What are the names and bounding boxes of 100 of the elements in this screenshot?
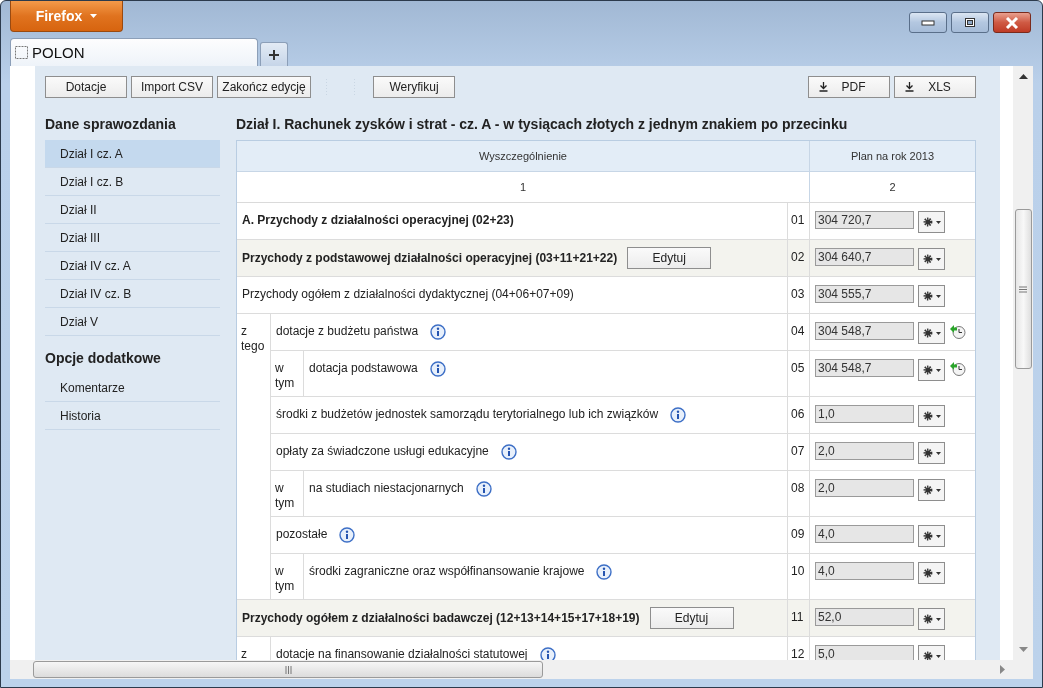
minimize-button[interactable]: [909, 12, 947, 33]
sidebar-item[interactable]: Dział I cz. B: [45, 168, 220, 196]
close-icon: [1005, 16, 1019, 29]
sidebar-item[interactable]: Komentarze: [45, 374, 220, 402]
export-button[interactable]: PDF: [808, 76, 890, 98]
gear-icon: [922, 328, 933, 338]
caret-icon: [935, 534, 941, 538]
row-code: 11: [791, 610, 804, 624]
settings-dropdown-button[interactable]: [918, 608, 945, 630]
row-label: dotacja podstawowa: [309, 361, 418, 376]
scrollbar-thumb[interactable]: [33, 661, 543, 678]
row-label: opłaty za świadczone usługi edukacyjne: [276, 444, 489, 459]
caret-icon: [935, 654, 941, 658]
value-field[interactable]: 2,0: [815, 442, 914, 460]
report-title: Dział I. Rachunek zysków i strat - cz. A - w tysiącach złotych z jednym znakiem po przecinku: [236, 116, 849, 132]
gear-icon: [922, 217, 933, 227]
sidebar-item[interactable]: Dział V: [45, 308, 220, 336]
row-code: 12: [791, 647, 805, 660]
settings-dropdown-button[interactable]: [918, 442, 945, 464]
settings-dropdown-button[interactable]: [918, 359, 945, 381]
settings-dropdown-button[interactable]: [918, 322, 945, 344]
value-field[interactable]: 5,0: [815, 645, 914, 660]
download-icon: [905, 82, 914, 92]
settings-dropdown-button[interactable]: [918, 405, 945, 427]
row-code: 08: [791, 481, 805, 495]
row-code: 03: [791, 287, 805, 301]
row-code: 01: [791, 213, 805, 227]
caret-icon: [935, 617, 941, 621]
export-button[interactable]: XLS: [894, 76, 976, 98]
info-icon[interactable]: [670, 407, 687, 423]
new-tab-button[interactable]: [260, 42, 288, 66]
value-field[interactable]: 4,0: [815, 525, 914, 543]
settings-dropdown-button[interactable]: [918, 248, 945, 270]
plus-icon: [268, 48, 280, 61]
browser-tab[interactable]: POLON: [10, 38, 258, 66]
settings-dropdown-button[interactable]: [918, 479, 945, 501]
settings-dropdown-button[interactable]: [918, 285, 945, 307]
info-icon[interactable]: [539, 647, 556, 660]
scrollbar-thumb[interactable]: [1014, 209, 1032, 369]
value-field[interactable]: 2,0: [815, 479, 914, 497]
sidebar-heading: Opcje dodatkowe: [45, 350, 162, 366]
sidebar-item[interactable]: Dział II: [45, 196, 220, 224]
caret-icon: [935, 257, 941, 261]
row-code: 06: [791, 407, 805, 421]
sidebar-item[interactable]: Dział III: [45, 224, 220, 252]
scroll-down-arrow[interactable]: [1018, 647, 1028, 652]
sidebar-item[interactable]: Historia: [45, 402, 220, 430]
verify-button[interactable]: Weryfikuj: [373, 76, 455, 98]
row-code: 05: [791, 361, 805, 375]
value-field[interactable]: 52,0: [815, 608, 914, 626]
info-icon[interactable]: [596, 564, 613, 580]
minimize-icon: [921, 19, 935, 26]
value-field[interactable]: 304 548,7: [815, 359, 914, 377]
value-field[interactable]: 304 548,7: [815, 322, 914, 340]
row-label: środki z budżetów jednostek samorządu terytorialnego lub ich związków: [276, 407, 659, 422]
caret-icon: [935, 368, 941, 372]
row-group-label: w tym: [275, 564, 296, 594]
settings-dropdown-button[interactable]: [918, 562, 945, 584]
edit-button[interactable]: Edytuj: [627, 247, 712, 269]
gear-icon: [922, 448, 933, 458]
value-field[interactable]: 4,0: [815, 562, 914, 580]
settings-dropdown-button[interactable]: [918, 525, 945, 547]
caret-icon: [935, 220, 941, 224]
page-icon: [15, 46, 28, 59]
scroll-right-arrow[interactable]: [1000, 665, 1005, 674]
gear-icon: [922, 365, 933, 375]
row-label: Przychody ogółem z działalności badawczej (12+13+14+15+17+18+19): [242, 610, 640, 626]
toolbar-button[interactable]: Dotacje: [45, 76, 127, 98]
gear-icon: [922, 531, 933, 541]
sidebar-item[interactable]: Dział IV cz. A: [45, 252, 220, 280]
column-number: 2: [809, 172, 975, 202]
row-code: 04: [791, 324, 805, 338]
gear-icon: [922, 651, 933, 660]
history-clock-icon[interactable]: [949, 324, 966, 340]
row-code: 07: [791, 444, 805, 458]
edit-button[interactable]: Edytuj: [649, 607, 734, 629]
toolbar-button[interactable]: Import CSV: [131, 76, 213, 98]
row-code: 09: [791, 527, 805, 541]
toolbar-button[interactable]: Zakończ edycję: [217, 76, 311, 98]
column-header: Plan na rok 2013: [809, 141, 975, 171]
info-icon[interactable]: [430, 324, 447, 340]
maximize-button[interactable]: [951, 12, 989, 33]
sidebar-item[interactable]: Dział IV cz. B: [45, 280, 220, 308]
scroll-up-arrow[interactable]: [1018, 74, 1028, 79]
info-icon[interactable]: [339, 527, 356, 543]
value-field[interactable]: 304 555,7: [815, 285, 914, 303]
history-clock-icon[interactable]: [949, 361, 966, 377]
info-icon[interactable]: [500, 444, 517, 460]
download-icon: [819, 82, 828, 92]
value-field[interactable]: 304 640,7: [815, 248, 914, 266]
value-field[interactable]: 1,0: [815, 405, 914, 423]
info-icon[interactable]: [475, 481, 492, 497]
row-label: na studiach niestacjonarnych: [309, 481, 464, 496]
sidebar-item[interactable]: Dział I cz. A: [45, 140, 220, 168]
value-field[interactable]: 304 720,7: [815, 211, 914, 229]
info-icon[interactable]: [429, 361, 446, 377]
gear-icon: [922, 485, 933, 495]
grip-icon: [1019, 285, 1027, 293]
settings-dropdown-button[interactable]: [918, 211, 945, 233]
close-button[interactable]: [993, 12, 1031, 33]
